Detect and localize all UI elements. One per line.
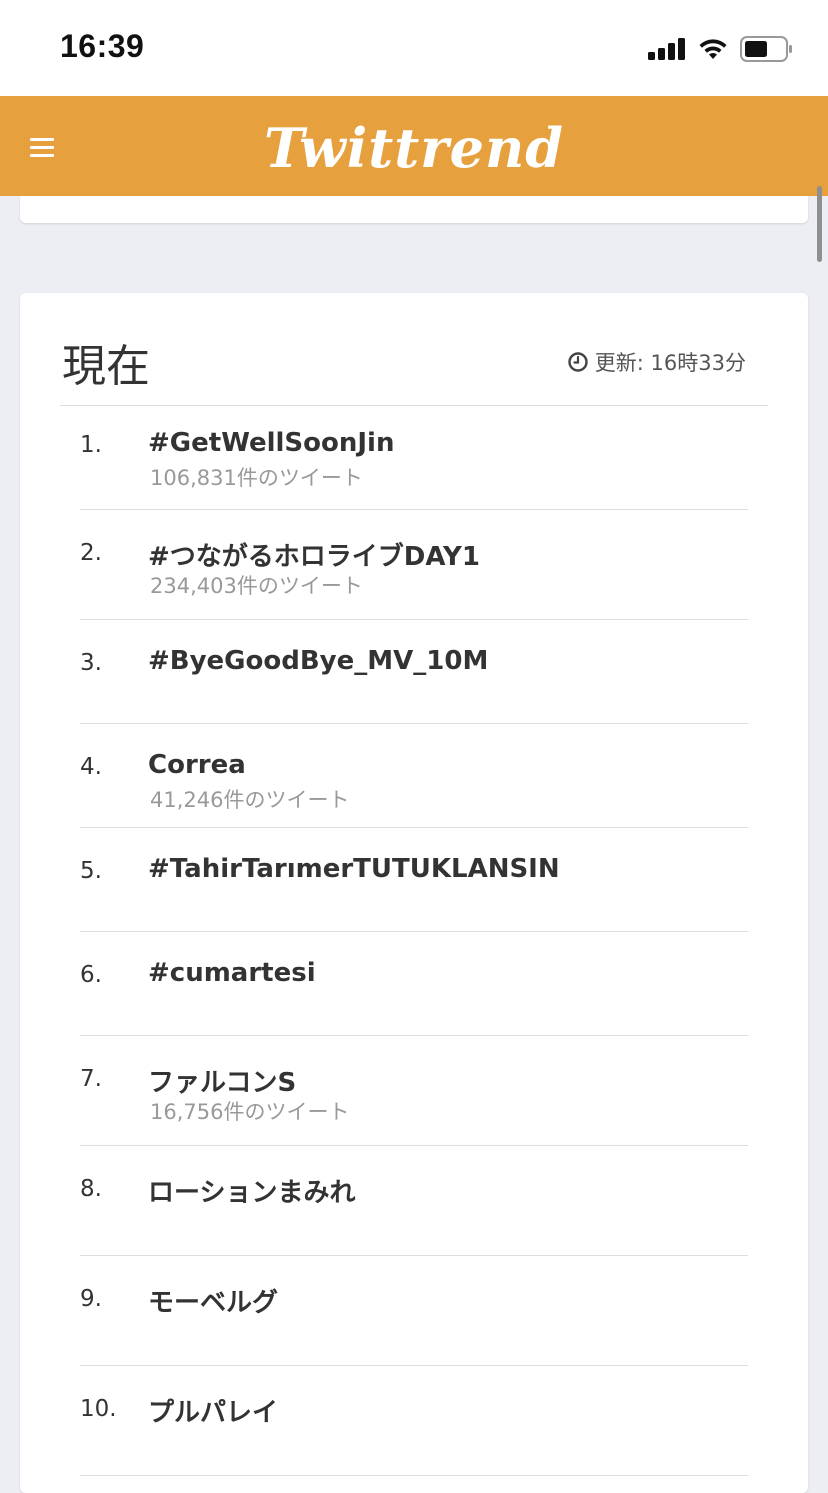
trend-item[interactable]: 10. プルパレイ <box>80 1366 748 1476</box>
trend-rank: 4. <box>80 754 102 780</box>
trend-rank: 5. <box>80 858 102 884</box>
battery-icon <box>740 36 792 62</box>
trend-name[interactable]: Correa <box>148 750 246 780</box>
trend-name[interactable]: #TahirTarımerTUTUKLANSIN <box>148 854 560 884</box>
trend-rank: 10. <box>80 1396 117 1422</box>
trend-rank: 7. <box>80 1066 102 1092</box>
status-time: 16:39 <box>60 28 145 64</box>
trend-name[interactable]: ファルコンS <box>148 1062 296 1099</box>
trend-name[interactable]: #ByeGoodBye_MV_10M <box>148 646 488 676</box>
trend-tweet-count: 234,403件のツイート <box>150 574 363 598</box>
updated-time: 更新: 16時33分 <box>567 347 746 377</box>
trend-item[interactable]: 4. Correa 41,246件のツイート <box>80 724 748 828</box>
trend-tweet-count: 41,246件のツイート <box>150 788 350 812</box>
trend-name[interactable]: モーベルグ <box>148 1282 278 1319</box>
trend-rank: 3. <box>80 650 102 676</box>
trend-item[interactable]: 7. ファルコンS 16,756件のツイート <box>80 1036 748 1146</box>
trend-name[interactable]: プルパレイ <box>148 1392 278 1429</box>
trend-rank: 8. <box>80 1176 102 1202</box>
trend-item[interactable]: 6. #cumartesi <box>80 932 748 1036</box>
trend-item[interactable]: 8. ローションまみれ <box>80 1146 748 1256</box>
app-logo[interactable]: Twittrend <box>0 104 828 192</box>
trend-item[interactable]: 3. #ByeGoodBye_MV_10M <box>80 620 748 724</box>
trend-item[interactable]: 1. #GetWellSoonJin 106,831件のツイート <box>80 406 748 510</box>
updated-text: 更新: 16時33分 <box>594 351 746 375</box>
signal-icon <box>648 38 685 60</box>
trend-rank: 9. <box>80 1286 102 1312</box>
trend-tweet-count: 106,831件のツイート <box>150 466 363 490</box>
trend-item[interactable]: 5. #TahirTarımerTUTUKLANSIN <box>80 828 748 932</box>
trend-name[interactable]: #つながるホロライブDAY1 <box>148 536 480 573</box>
trend-rank: 6. <box>80 962 102 988</box>
trend-name[interactable]: #cumartesi <box>148 958 316 988</box>
status-icons <box>648 34 794 64</box>
status-bar: 16:39 <box>0 0 828 96</box>
trend-name[interactable]: ローションまみれ <box>148 1172 355 1209</box>
clock-icon <box>568 352 588 372</box>
trend-item[interactable]: 2. #つながるホロライブDAY1 234,403件のツイート <box>80 510 748 620</box>
previous-card <box>20 196 808 223</box>
trend-tweet-count: 16,756件のツイート <box>150 1100 350 1124</box>
trend-rank: 2. <box>80 540 102 566</box>
trend-name[interactable]: #GetWellSoonJin <box>148 428 394 458</box>
wifi-icon <box>699 39 727 59</box>
trend-item[interactable]: 9. モーベルグ <box>80 1256 748 1366</box>
trend-rank: 1. <box>80 432 102 458</box>
section-title: 現在 <box>62 341 150 392</box>
scrollbar[interactable] <box>817 186 822 262</box>
trend-list: 1. #GetWellSoonJin 106,831件のツイート 2. #つながるホロラ… <box>80 406 748 1476</box>
